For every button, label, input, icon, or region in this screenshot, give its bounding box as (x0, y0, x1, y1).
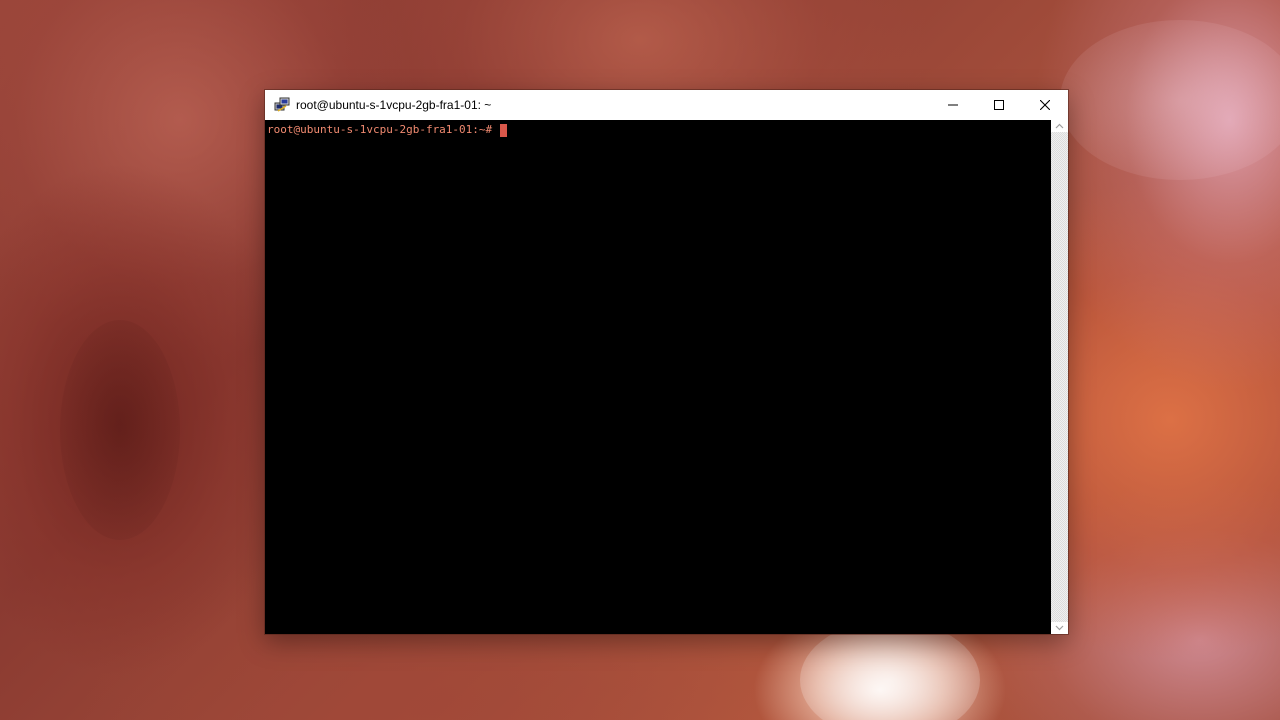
wallpaper-highlight (1060, 20, 1280, 180)
title-bar[interactable]: root@ubuntu-s-1vcpu-2gb-fra1-01: ~ (265, 90, 1068, 120)
wallpaper-shadow (60, 320, 180, 540)
shell-prompt: root@ubuntu-s-1vcpu-2gb-fra1-01:~# (267, 123, 499, 136)
putty-window[interactable]: root@ubuntu-s-1vcpu-2gb-fra1-01: ~ root@… (265, 90, 1068, 634)
vertical-scrollbar[interactable] (1051, 120, 1068, 634)
scroll-up-button[interactable] (1051, 120, 1068, 132)
minimize-icon (948, 104, 958, 106)
wallpaper-glow (800, 620, 980, 720)
close-button[interactable] (1022, 90, 1068, 120)
maximize-icon (994, 100, 1004, 110)
putty-icon[interactable] (274, 97, 290, 113)
maximize-button[interactable] (976, 90, 1022, 120)
minimize-button[interactable] (930, 90, 976, 120)
chevron-down-icon (1055, 625, 1064, 631)
terminal-area[interactable]: root@ubuntu-s-1vcpu-2gb-fra1-01:~# (265, 120, 1051, 634)
terminal-prompt-line: root@ubuntu-s-1vcpu-2gb-fra1-01:~# (267, 123, 507, 137)
text-cursor (499, 123, 507, 137)
close-icon (1040, 100, 1050, 110)
window-controls (930, 90, 1068, 120)
scroll-down-button[interactable] (1051, 622, 1068, 634)
chevron-up-icon (1055, 123, 1064, 129)
window-title: root@ubuntu-s-1vcpu-2gb-fra1-01: ~ (296, 98, 492, 112)
